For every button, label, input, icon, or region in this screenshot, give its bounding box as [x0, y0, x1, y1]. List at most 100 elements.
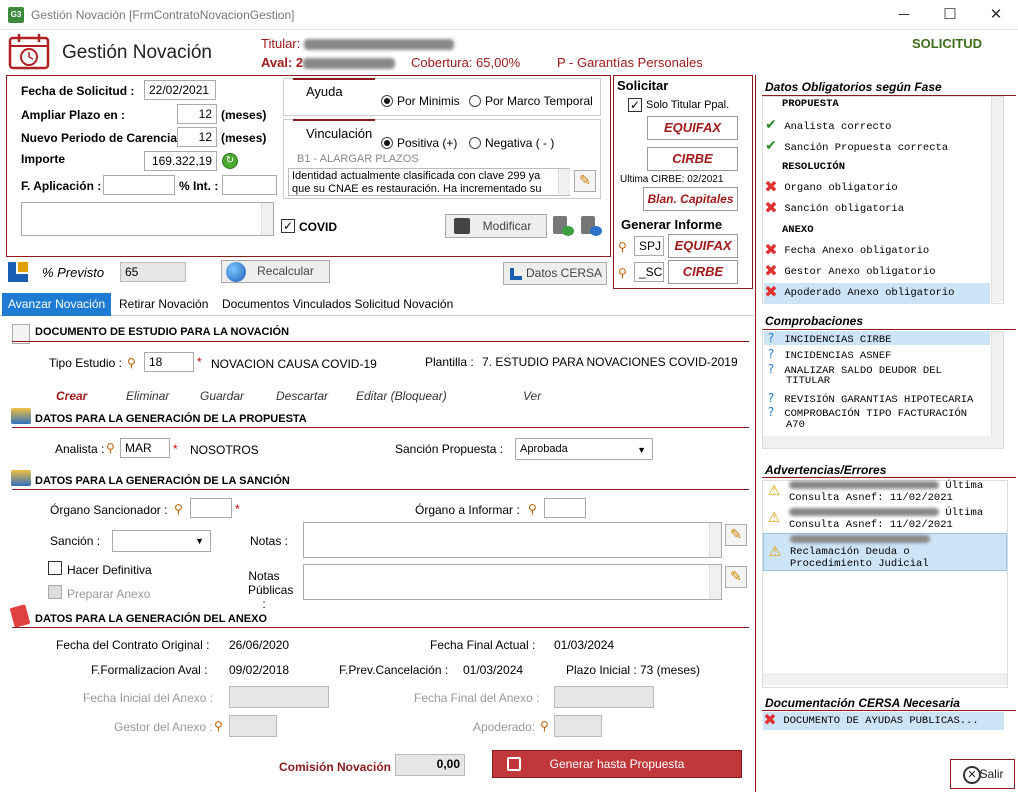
required-marker: *	[235, 502, 240, 516]
ampliar-plazo-input[interactable]: 12	[177, 104, 217, 124]
hacer-definitiva-label: Hacer Definitiva	[67, 563, 152, 577]
importe-input[interactable]: 169.322,19	[144, 151, 217, 171]
organo-informar-input[interactable]	[544, 498, 586, 518]
vinculacion-scrollbar[interactable]	[558, 169, 570, 195]
previsto-label: % Previsto	[42, 265, 105, 280]
por-minimis-radio[interactable]: Por Minimis	[381, 94, 460, 108]
obligatorios-scrollbar[interactable]	[991, 97, 1003, 302]
textarea-scrollbar[interactable]	[261, 203, 273, 235]
organo-sancionador-input[interactable]	[190, 498, 232, 518]
covid-checkbox[interactable]: ✓	[281, 219, 295, 233]
search-icon[interactable]: ⚲	[528, 503, 540, 515]
calculator-db-icon[interactable]	[553, 216, 575, 238]
document-red-icon	[9, 604, 31, 628]
close-window-button[interactable]: ✕	[981, 4, 1011, 26]
search-icon[interactable]: ⚲	[540, 720, 552, 732]
warning-item[interactable]: ⚠ Última Consulta Asnef: 11/02/2021	[765, 480, 1005, 506]
recalcular-button[interactable]: Recalcular	[221, 260, 330, 283]
carencia-input[interactable]: 12	[177, 127, 217, 147]
list-item[interactable]: ✖ Organo obligatorio	[764, 178, 990, 199]
list-item-selected[interactable]: ? INCIDENCIAS CIRBE	[764, 331, 990, 346]
comprobaciones-hscrollbar[interactable]	[763, 436, 1003, 448]
tab-documentos-vinculados[interactable]: Documentos Vinculados Solicitud Novación	[216, 293, 459, 316]
search-icon[interactable]: ⚲	[106, 442, 118, 454]
gestor-anexo-input	[229, 715, 277, 737]
positiva-radio[interactable]: Positiva (+)	[381, 136, 457, 150]
sc-input[interactable]: _SC	[634, 262, 664, 282]
list-item[interactable]: ✖ Fecha Anexo obligatorio	[764, 241, 990, 262]
cirbe-button[interactable]: CIRBE	[647, 147, 738, 171]
guardar-action[interactable]: Guardar	[200, 389, 244, 403]
blan-capitales-button[interactable]: Blan. Capitales	[643, 187, 738, 211]
datos-cersa-button[interactable]: Datos CERSA	[503, 262, 607, 285]
search-icon[interactable]: ⚲	[618, 241, 630, 253]
modificar-button[interactable]: Modificar	[445, 214, 547, 238]
minimize-button[interactable]: ─	[889, 4, 919, 26]
eliminar-action[interactable]: Eliminar	[126, 389, 169, 403]
sancion-select[interactable]: ▼	[112, 530, 211, 552]
edit-vinculacion-button[interactable]: ✎	[574, 170, 596, 192]
por-marco-radio[interactable]: Por Marco Temporal	[469, 94, 593, 108]
aval-label: Aval: 2	[261, 55, 396, 70]
list-item[interactable]: ✔ Analista correcto	[764, 115, 990, 136]
search-icon[interactable]: ⚲	[174, 503, 186, 515]
list-item[interactable]: ✔ Sanción Propuesta correcta	[764, 136, 990, 157]
descartar-action[interactable]: Descartar	[276, 389, 328, 403]
fecha-final-anexo-label: Fecha Final del Anexo :	[414, 691, 540, 705]
notas-publicas-scrollbar[interactable]	[709, 565, 721, 599]
vinculacion-textarea[interactable]: Identidad actualmente clasificada con cl…	[288, 168, 570, 196]
spj-input[interactable]: SPJ	[634, 236, 664, 256]
notas-scrollbar[interactable]	[709, 523, 721, 557]
question-icon: ?	[767, 391, 775, 405]
maximize-button[interactable]: ☐	[935, 4, 965, 26]
negativa-radio[interactable]: Negativa ( - )	[469, 136, 554, 150]
equifax-button[interactable]: EQUIFAX	[647, 116, 738, 140]
cirbe-informe-button[interactable]: CIRBE	[668, 260, 738, 284]
comprobaciones-scrollbar[interactable]	[991, 332, 1003, 436]
calculator-db-icon-2[interactable]	[581, 216, 603, 238]
f-aplicacion-input[interactable]	[103, 175, 175, 195]
fecha-final-value: 01/03/2024	[554, 638, 615, 652]
salir-button[interactable]: ✕ Salir	[950, 759, 1015, 789]
search-icon[interactable]: ⚲	[214, 720, 226, 732]
advertencias-hscrollbar[interactable]	[763, 673, 1007, 685]
section-divider	[762, 710, 1016, 711]
warning-item[interactable]: ⚠ Última Consulta Asnef: 11/02/2021	[765, 507, 1005, 533]
tab-avanzar-novacion[interactable]: Avanzar Novación	[2, 293, 112, 316]
equifax-informe-button[interactable]: EQUIFAX	[668, 234, 738, 258]
editar-action[interactable]: Editar (Bloquear)	[356, 389, 447, 403]
calendar-icon	[8, 34, 50, 70]
documentacion-item[interactable]: ✖ DOCUMENTO DE AYUDAS PUBLICAS...	[763, 712, 1004, 730]
fecha-solicitud-input[interactable]: 22/02/2021	[144, 80, 216, 100]
search-icon[interactable]: ⚲	[618, 267, 630, 279]
list-item-selected[interactable]: ✖ Apoderado Anexo obligatorio	[764, 283, 990, 304]
warning-item-selected[interactable]: ⚠ Reclamación Deuda o Procedimiento Judi…	[763, 533, 1007, 571]
list-item[interactable]: ? COMPROBACIÓN TIPO FACTURACIÓN	[764, 405, 990, 420]
ver-action[interactable]: Ver	[523, 389, 541, 403]
error-x-icon: ✖	[763, 710, 777, 729]
tipo-estudio-input[interactable]: 18	[144, 352, 194, 372]
list-item[interactable]: ? INCIDENCIAS ASNEF	[764, 347, 990, 362]
question-icon: ?	[767, 347, 775, 361]
edit-notas-button[interactable]: ✎	[725, 524, 747, 546]
hacer-definitiva-checkbox[interactable]	[48, 561, 62, 575]
list-item[interactable]: ? REVISIÓN GARANTIAS HIPOTECARIA	[764, 391, 990, 406]
refresh-icon[interactable]: ↻	[222, 153, 238, 169]
edit-notas-publicas-button[interactable]: ✎	[725, 566, 747, 588]
int-input[interactable]	[222, 175, 277, 195]
tab-retirar-novacion[interactable]: Retirar Novación	[113, 293, 214, 316]
search-icon[interactable]: ⚲	[127, 357, 139, 369]
list-item[interactable]: ✖ Sanción obligatoria	[764, 199, 990, 220]
crear-action[interactable]: Crear	[56, 389, 87, 403]
fecha-inicial-anexo-label: Fecha Inicial del Anexo :	[83, 691, 214, 705]
notas-publicas-textarea[interactable]	[303, 564, 722, 600]
plazo-label: Plazo Inicial :	[566, 663, 637, 677]
question-icon: ?	[767, 405, 775, 419]
list-item[interactable]: ✖ Gestor Anexo obligatorio	[764, 262, 990, 283]
observaciones-textarea[interactable]	[21, 202, 274, 236]
solo-titular-checkbox[interactable]: ✓	[628, 98, 642, 112]
analista-input[interactable]: MAR	[120, 438, 170, 458]
sancion-propuesta-select[interactable]: Aprobada ▼	[515, 438, 653, 460]
generar-propuesta-button[interactable]: Generar hasta Propuesta	[492, 750, 742, 778]
notas-textarea[interactable]	[303, 522, 722, 558]
